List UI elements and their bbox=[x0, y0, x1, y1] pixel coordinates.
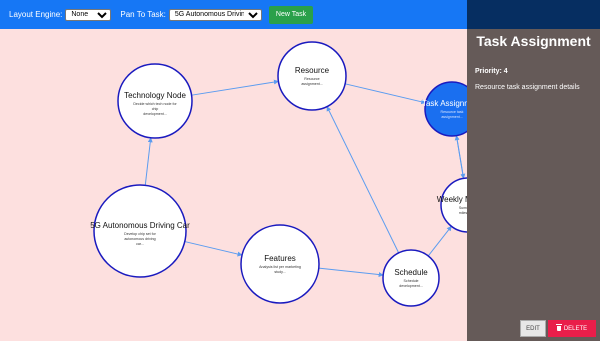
edge-schedule-to-resource bbox=[326, 106, 400, 254]
edge-5g-autonomous-driving-car-to-technology-node bbox=[144, 137, 153, 186]
node-title: Technology Node bbox=[124, 91, 186, 100]
node-description: Analysis list per marketing bbox=[259, 265, 301, 269]
layout-engine-select[interactable]: None bbox=[65, 8, 112, 21]
node-weekly-milestone[interactable]: Weekly Milestone Summarizemilestone... bbox=[437, 177, 467, 233]
node-description: Resource task bbox=[441, 110, 464, 114]
node-description: car... bbox=[136, 242, 144, 246]
node-title: Task Assignment bbox=[422, 99, 467, 108]
edit-button[interactable]: EDIT bbox=[520, 320, 546, 337]
node-description: development... bbox=[143, 112, 167, 116]
node-title: Features bbox=[264, 254, 296, 263]
pan-to-task-select[interactable]: 5G Autonomous Driving Car bbox=[168, 8, 262, 21]
node-technology-node[interactable]: Technology Node Decide which tech node fo… bbox=[117, 63, 193, 139]
delete-button[interactable]: DELETE bbox=[548, 320, 596, 337]
trash-icon bbox=[555, 324, 562, 331]
node-5g-autonomous-driving-car[interactable]: 5G Autonomous Driving Car Develop chip se… bbox=[90, 184, 190, 278]
task-priority: Priority: 4 bbox=[475, 68, 508, 75]
task-graph-canvas[interactable]: Technology Node Decide which tech node fo… bbox=[0, 29, 467, 341]
node-schedule[interactable]: ScheduleScheduledevelopment... bbox=[382, 249, 440, 307]
edge-5g-autonomous-driving-car-to-features bbox=[184, 241, 243, 257]
task-detail-panel: Task Assignment Priority: 4 Resource tas… bbox=[467, 0, 600, 341]
edge-schedule-to-weekly-milestone bbox=[427, 225, 452, 257]
panel-title: Task Assignment bbox=[476, 33, 591, 49]
task-details: Resource task assignment details bbox=[475, 84, 580, 91]
node-title: Resource bbox=[295, 66, 330, 75]
node-description: Develop chip set for bbox=[124, 232, 157, 236]
node-description: Summarize bbox=[459, 206, 467, 210]
node-circle[interactable] bbox=[240, 224, 320, 304]
node-circle[interactable] bbox=[440, 177, 467, 233]
node-circle[interactable] bbox=[277, 41, 347, 111]
new-task-button[interactable]: New Task bbox=[268, 5, 314, 24]
node-title: 5G Autonomous Driving Car bbox=[90, 221, 190, 230]
node-description: study... bbox=[274, 270, 285, 274]
node-description: chip bbox=[152, 107, 159, 111]
edge-resource-to-task-assignment bbox=[344, 83, 427, 105]
node-description: assignment... bbox=[301, 82, 322, 86]
node-circle[interactable] bbox=[93, 184, 187, 278]
node-task-assignment[interactable]: Task Assignment Resource taskassignment..… bbox=[422, 81, 467, 137]
node-description: development... bbox=[399, 284, 423, 288]
node-circle[interactable] bbox=[382, 249, 440, 307]
node-description: Decide which tech node for bbox=[133, 102, 177, 106]
pan-to-task-label: Pan To Task: bbox=[120, 10, 166, 19]
node-description: Schedule bbox=[404, 279, 419, 283]
edge-features-to-schedule bbox=[318, 267, 384, 278]
node-title: Weekly Milestone bbox=[437, 195, 467, 204]
node-circle[interactable] bbox=[424, 81, 467, 137]
edge-technology-node-to-resource bbox=[191, 79, 279, 96]
delete-button-label: DELETE bbox=[563, 325, 588, 332]
layout-engine-label: Layout Engine: bbox=[9, 10, 63, 19]
node-features[interactable]: Features Analysis list per marketingstudy… bbox=[240, 224, 320, 304]
node-description: assignment... bbox=[441, 115, 462, 119]
node-circle[interactable] bbox=[117, 63, 193, 139]
node-title: Schedule bbox=[394, 268, 428, 277]
node-description: autonomous driving bbox=[124, 237, 155, 241]
node-description: Resource bbox=[304, 77, 319, 81]
node-resource[interactable]: ResourceResourceassignment... bbox=[277, 41, 347, 111]
panel-header-bar bbox=[467, 0, 600, 29]
toolbar: Layout Engine: None Pan To Task: 5G Auto… bbox=[0, 0, 467, 29]
edge-weekly-milestone-to-task-assignment bbox=[454, 135, 465, 179]
node-description: milestone... bbox=[459, 211, 467, 215]
